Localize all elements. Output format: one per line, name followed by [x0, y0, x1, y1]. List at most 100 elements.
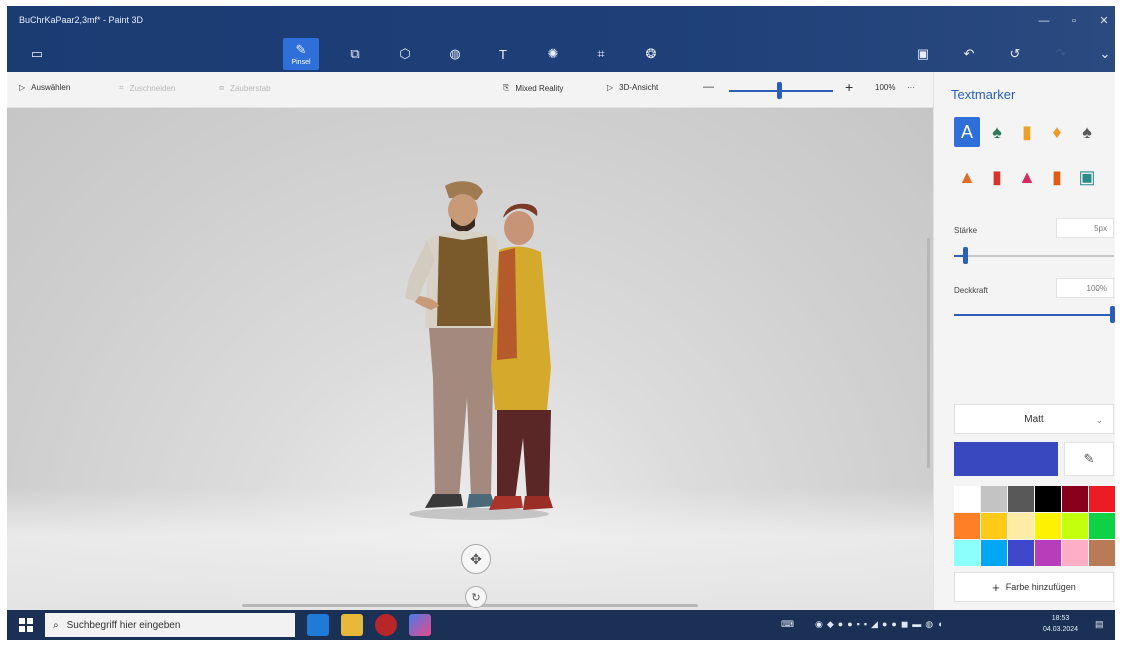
3d-library-icon[interactable]: ❂ [633, 38, 669, 70]
undo-icon[interactable]: ↶ [951, 38, 987, 70]
color-swatch[interactable] [1062, 486, 1088, 512]
zoom-slider-knob[interactable] [777, 82, 782, 99]
calligraphy-pen-icon[interactable]: ♠ [984, 117, 1010, 147]
paint3d-taskbar-icon[interactable] [409, 614, 431, 636]
sub-toolbar: ▷ Auswählen ⌗ Zuschneiden ⧈ Zauberstab ⎘… [7, 72, 933, 108]
tab-pinsel[interactable]: ✎ Pinsel [283, 38, 319, 70]
color-swatch[interactable] [1035, 513, 1061, 539]
history-icon[interactable]: ↺ [997, 38, 1033, 70]
watercolor-icon[interactable]: ♦ [1044, 117, 1070, 147]
minimize-button[interactable]: — [1029, 12, 1059, 30]
add-color-label: Farbe hinzufügen [1005, 582, 1076, 592]
eraser-icon[interactable]: ▮ [984, 162, 1010, 192]
thickness-label: Stärke [954, 226, 978, 235]
opacity-slider-track[interactable] [954, 314, 1110, 316]
color-swatch[interactable] [1035, 540, 1061, 566]
taskbar: ⌕ Suchbegriff hier eingeben ⌨ ◉◆●●▪▪◢●●◼… [7, 610, 1115, 640]
color-swatch[interactable] [1008, 486, 1034, 512]
pixel-pen-icon[interactable]: ♠ [1074, 117, 1100, 147]
mixed-reality-label: Mixed Reality [515, 83, 564, 93]
text-icon[interactable]: T [485, 38, 521, 70]
2d-shapes-icon[interactable]: ⧉ [337, 38, 373, 70]
app-red-icon[interactable] [375, 614, 397, 636]
fill-bucket-icon[interactable]: ▣ [1074, 162, 1100, 192]
thickness-slider-track[interactable] [954, 255, 1114, 257]
mixed-reality-icon: ⎘ [503, 83, 510, 92]
marker-brush-icon[interactable]: A [954, 117, 980, 147]
canvas-icon[interactable]: ⌗ [583, 38, 619, 70]
crop-label: Zuschneiden [129, 83, 176, 93]
mixed-reality-button[interactable]: ⎘ Mixed Reality [503, 83, 563, 93]
pencil-icon[interactable]: ▲ [954, 162, 980, 192]
3d-view-button[interactable]: ▷ 3D-Ansicht [607, 83, 658, 92]
clock-time: 18:53 [1051, 615, 1070, 622]
crop-tool[interactable]: ⌗ Zuschneiden [119, 83, 175, 93]
color-swatch[interactable] [981, 540, 1007, 566]
brush-panel: Textmarker A ♠ ▮ ♦ ♠ ▲ ▮ ▲ ▮ ▣ Stärke 5p… [933, 72, 1115, 610]
edge-icon[interactable] [307, 614, 329, 636]
file-explorer-icon[interactable] [341, 614, 363, 636]
add-color-button[interactable]: + Farbe hinzufügen [954, 572, 1114, 602]
taskbar-clock[interactable]: 18:53 04.03.2024 [1043, 613, 1078, 635]
magic-select-icon: ⧈ [219, 83, 225, 92]
crayon-icon[interactable]: ▲ [1014, 162, 1040, 192]
oil-brush-icon[interactable]: ▮ [1014, 117, 1040, 147]
zoom-value: 100% [875, 83, 896, 92]
stickers-icon[interactable]: ◍ [437, 38, 473, 70]
keyboard-icon[interactable]: ⌨ [781, 619, 794, 630]
vertical-scrollbar[interactable] [927, 238, 930, 468]
app-window: BuChrKaPaar2,3mf* - Paint 3D — ▫ ✕ ▭ ✎ P… [7, 6, 1115, 640]
opacity-label: Deckkraft [954, 286, 988, 295]
color-swatch[interactable] [1062, 513, 1088, 539]
more-options-button[interactable]: ··· [907, 83, 915, 92]
redo-icon[interactable]: ↷ [1043, 38, 1079, 70]
color-swatch[interactable] [1089, 540, 1115, 566]
tab-pinsel-label: Pinsel [291, 59, 311, 66]
tray-icons[interactable]: ◉◆●●▪▪◢●●◼▬◍◖ [815, 619, 947, 630]
color-swatch[interactable] [954, 513, 980, 539]
canvas-area[interactable]: ✥ ↻ [7, 108, 933, 610]
windows-start-icon[interactable] [19, 618, 33, 632]
color-swatch[interactable] [1062, 540, 1088, 566]
color-swatch[interactable] [954, 486, 980, 512]
panel-title: Textmarker [951, 87, 1016, 102]
title-bar: BuChrKaPaar2,3mf* - Paint 3D — ▫ ✕ ▭ ✎ P… [7, 6, 1115, 72]
color-swatch[interactable] [1008, 513, 1034, 539]
clock-date: 04.03.2024 [1043, 626, 1079, 633]
effects-icon[interactable]: ✺ [535, 38, 571, 70]
paste-icon[interactable]: ▣ [905, 38, 941, 70]
opacity-input[interactable]: 100% [1056, 278, 1114, 298]
eyedropper-icon[interactable]: ✎ [1064, 442, 1114, 476]
select-tool[interactable]: ▷ Auswählen [19, 83, 70, 92]
zoom-out-button[interactable]: — [703, 81, 714, 93]
notification-icon[interactable]: ▤ [1095, 619, 1104, 630]
color-swatch[interactable] [981, 486, 1007, 512]
magic-select-tool[interactable]: ⧈ Zauberstab [219, 83, 271, 93]
color-swatch[interactable] [954, 540, 980, 566]
menu-icon[interactable]: ▭ [19, 38, 55, 70]
window-title: BuChrKaPaar2,3mf* - Paint 3D [19, 15, 144, 25]
finish-select[interactable]: Matt ⌄ [954, 404, 1114, 434]
color-swatch[interactable] [1008, 540, 1034, 566]
color-swatch[interactable] [981, 513, 1007, 539]
taskbar-search[interactable]: ⌕ Suchbegriff hier eingeben [45, 613, 295, 637]
color-swatch[interactable] [1035, 486, 1061, 512]
reset-view-icon[interactable]: ↻ [465, 586, 487, 608]
search-placeholder: Suchbegriff hier eingeben [66, 619, 181, 631]
color-swatch[interactable] [1089, 486, 1115, 512]
close-button[interactable]: ✕ [1089, 12, 1115, 30]
thickness-input[interactable]: 5px [1056, 218, 1114, 238]
zoom-in-button[interactable]: + [845, 79, 853, 95]
orbit-icon[interactable]: ✥ [461, 544, 491, 574]
maximize-button[interactable]: ▫ [1059, 12, 1089, 30]
3d-model-couple[interactable] [379, 178, 579, 523]
opacity-slider-knob[interactable] [1110, 306, 1115, 323]
expand-chevron-icon[interactable]: ⌄ [1087, 38, 1115, 70]
3d-shapes-icon[interactable]: ⬡ [387, 38, 423, 70]
current-color-swatch[interactable] [954, 442, 1058, 476]
thickness-slider-knob[interactable] [963, 247, 968, 264]
spray-can-icon[interactable]: ▮ [1044, 162, 1070, 192]
cursor-icon: ▷ [19, 83, 26, 92]
color-swatch[interactable] [1089, 513, 1115, 539]
finish-select-value: Matt [1024, 414, 1044, 425]
